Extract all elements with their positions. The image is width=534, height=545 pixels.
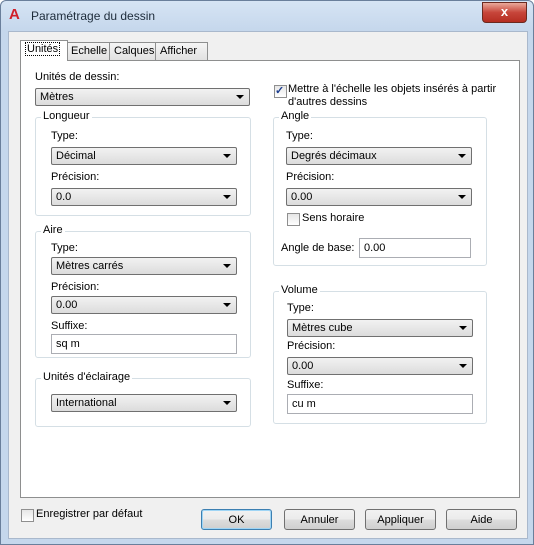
length-type-value: Décimal xyxy=(56,150,96,162)
area-suffix-label: Suffixe: xyxy=(51,320,88,332)
area-suffix-value: sq m xyxy=(56,338,80,350)
tab-calques[interactable]: Calques xyxy=(109,42,161,60)
area-type-label: Type: xyxy=(51,242,78,254)
title-bar[interactable]: A Paramétrage du dessin x xyxy=(1,1,533,31)
lighting-units-select[interactable]: International xyxy=(51,394,237,412)
window-title: Paramétrage du dessin xyxy=(31,9,156,23)
angle-base-input[interactable]: 0.00 xyxy=(359,238,471,258)
tab-afficher[interactable]: Afficher xyxy=(155,42,208,60)
lighting-units-value: International xyxy=(56,397,117,409)
tab-panel-unites: Unités de dessin: Mètres Mettre à l'éche… xyxy=(20,60,520,498)
chevron-down-icon xyxy=(223,303,231,307)
angle-base-label: Angle de base: xyxy=(281,242,355,254)
area-precision-label: Précision: xyxy=(51,281,100,293)
volume-precision-value: 0.00 xyxy=(292,360,314,372)
drawing-units-select[interactable]: Mètres xyxy=(35,88,250,106)
chevron-down-icon xyxy=(459,364,467,368)
volume-precision-select[interactable]: 0.00 xyxy=(287,357,473,375)
area-group: Aire Type: Mètres carrés Précision: 0.00… xyxy=(35,224,251,358)
apply-button[interactable]: Appliquer xyxy=(365,509,436,530)
autocad-logo-icon: A xyxy=(9,6,20,23)
angle-type-select[interactable]: Degrés décimaux xyxy=(286,147,472,165)
length-precision-label: Précision: xyxy=(51,171,100,183)
clockwise-label: Sens horaire xyxy=(302,212,365,224)
length-type-label: Type: xyxy=(51,130,78,142)
volume-suffix-label: Suffixe: xyxy=(287,379,324,391)
area-type-select[interactable]: Mètres carrés xyxy=(51,257,237,275)
volume-group: Volume Type: Mètres cube Précision: 0.00… xyxy=(273,284,487,424)
chevron-down-icon xyxy=(236,95,244,99)
angle-precision-value: 0.00 xyxy=(291,191,313,203)
chevron-down-icon xyxy=(459,326,467,330)
scale-objects-label-line1: Mettre à l'échelle les objets insérés à … xyxy=(288,83,497,95)
angle-base-value: 0.00 xyxy=(364,242,386,254)
volume-type-value: Mètres cube xyxy=(292,322,353,334)
angle-group: Angle Type: Degrés décimaux Précision: 0… xyxy=(273,110,487,266)
volume-type-select[interactable]: Mètres cube xyxy=(287,319,473,337)
angle-legend: Angle xyxy=(279,110,312,122)
chevron-down-icon xyxy=(223,195,231,199)
save-default-checkbox[interactable] xyxy=(21,509,34,522)
scale-objects-label-line2: d'autres dessins xyxy=(288,96,368,108)
volume-precision-label: Précision: xyxy=(287,340,336,352)
area-type-value: Mètres carrés xyxy=(56,260,124,272)
close-icon: x xyxy=(500,4,509,19)
dialog-client: Unités Echelle Calques Afficher Unités d… xyxy=(8,31,528,539)
drawing-units-label: Unités de dessin: xyxy=(35,71,120,83)
length-legend: Longueur xyxy=(41,110,92,122)
lighting-group: Unités d'éclairage International xyxy=(35,371,251,427)
length-precision-select[interactable]: 0.0 xyxy=(51,188,237,206)
angle-type-value: Degrés décimaux xyxy=(291,150,377,162)
save-default-label: Enregistrer par défaut xyxy=(36,508,143,520)
area-precision-select[interactable]: 0.00 xyxy=(51,296,237,314)
chevron-down-icon xyxy=(458,154,466,158)
length-type-select[interactable]: Décimal xyxy=(51,147,237,165)
ok-button[interactable]: OK xyxy=(201,509,272,530)
angle-precision-label: Précision: xyxy=(286,171,335,183)
chevron-down-icon xyxy=(223,264,231,268)
area-suffix-input[interactable]: sq m xyxy=(51,334,237,354)
tab-label: Calques xyxy=(114,45,155,57)
tab-label: Unités xyxy=(25,42,61,56)
lighting-legend: Unités d'éclairage xyxy=(41,371,133,383)
length-precision-value: 0.0 xyxy=(56,191,72,203)
tab-label: Echelle xyxy=(71,45,108,57)
tab-label: Afficher xyxy=(160,45,198,57)
area-legend: Aire xyxy=(41,224,65,236)
angle-type-label: Type: xyxy=(286,130,313,142)
help-button[interactable]: Aide xyxy=(446,509,517,530)
volume-suffix-input[interactable]: cu m xyxy=(287,394,473,414)
cancel-button[interactable]: Annuler xyxy=(284,509,355,530)
drawing-units-value: Mètres xyxy=(40,91,74,103)
angle-precision-select[interactable]: 0.00 xyxy=(286,188,472,206)
clockwise-checkbox[interactable] xyxy=(287,213,300,226)
volume-type-label: Type: xyxy=(287,302,314,314)
chevron-down-icon xyxy=(223,154,231,158)
chevron-down-icon xyxy=(223,401,231,405)
area-precision-value: 0.00 xyxy=(56,299,78,311)
volume-legend: Volume xyxy=(279,284,320,296)
close-button[interactable]: x xyxy=(482,2,527,23)
scale-objects-checkbox[interactable] xyxy=(274,84,287,98)
dialog-window: A Paramétrage du dessin x Unités Echelle… xyxy=(0,0,534,545)
volume-suffix-value: cu m xyxy=(292,398,316,410)
chevron-down-icon xyxy=(458,195,466,199)
length-group: Longueur Type: Décimal Précision: 0.0 xyxy=(35,110,251,216)
tab-unites[interactable]: Unités xyxy=(20,40,68,61)
